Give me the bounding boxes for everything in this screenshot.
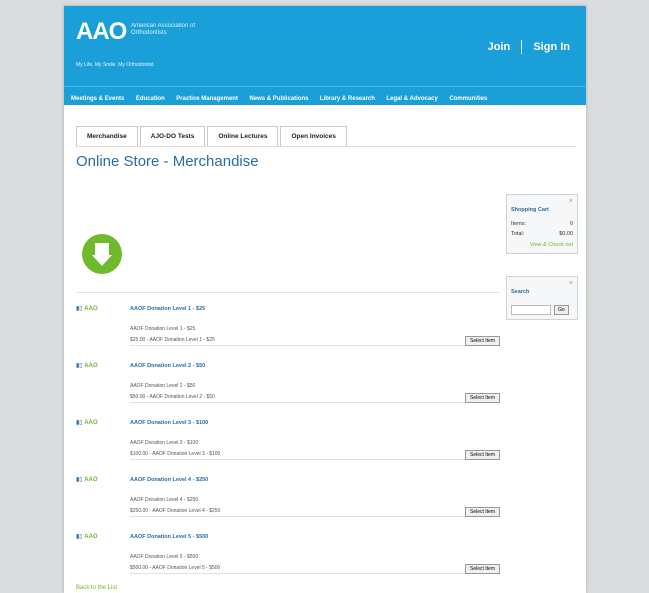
nav-item-meetings[interactable]: Meetings & Events (71, 90, 124, 108)
search-title: Search (511, 289, 530, 295)
product-description: AAOF Donation Level 5 - $500 (130, 554, 199, 560)
product-description: AAOF Donation Level 2 - $50 (130, 383, 196, 389)
cart-title: Shopping Cart (511, 207, 549, 213)
product-thumbnail: ▮▯ AAO (76, 363, 98, 369)
nav-item-practice[interactable]: Practice Management (176, 90, 238, 108)
back-to-list-link[interactable]: Back to the List (76, 585, 117, 591)
cart-total-row: Total: $0.00 (507, 229, 577, 239)
cart-close-icon[interactable]: × (569, 198, 573, 205)
product-price: $25.00 - AAOF Donation Level 1 - $25 (130, 337, 215, 343)
aao-logo[interactable]: AAO American Association of Orthodontist… (76, 18, 195, 68)
logo-mark: AAO (76, 18, 127, 45)
product-thumb-text: AAO (84, 477, 98, 483)
product-thumb-text: AAO (84, 363, 98, 369)
item-divider (130, 516, 500, 517)
product-price: $250.00 - AAOF Donation Level 4 - $250 (130, 508, 221, 514)
select-item-button[interactable]: Select Item (464, 393, 500, 403)
logo-text: American Association of Orthodontists (131, 23, 196, 36)
product-thumbnail: ▮▯ AAO (76, 477, 98, 483)
search-widget: Search × Go (506, 276, 578, 320)
auth-divider (521, 40, 523, 54)
select-item-button[interactable]: Select Item (464, 336, 500, 346)
nav-item-education[interactable]: Education (136, 90, 165, 108)
search-input-row: Go (507, 301, 577, 319)
site-header: AAO American Association of Orthodontist… (64, 6, 586, 86)
product-price: $100.00 - AAOF Donation Level 3 - $100 (130, 451, 221, 457)
item-divider (130, 459, 500, 460)
nav-item-library[interactable]: Library & Research (320, 90, 375, 108)
cart-items-label: Items: (511, 221, 526, 227)
product-price: $50.00 - AAOF Donation Level 2 - $50 (130, 394, 215, 400)
auth-links: Join Sign In (488, 40, 570, 54)
product-description: AAOF Donation Level 4 - $250 (130, 497, 199, 503)
tab-merchandise[interactable]: Merchandise (76, 126, 138, 146)
list-item: ▮▯ AAO AAOF Donation Level 5 - $500 AAOF… (76, 533, 500, 589)
nav-item-legal[interactable]: Legal & Advocacy (386, 90, 437, 108)
list-item: ▮▯ AAO AAOF Donation Level 4 - $250 AAOF… (76, 476, 500, 532)
main-nav: Meetings & Events Education Practice Man… (64, 86, 586, 105)
item-divider (130, 573, 500, 574)
select-item-button[interactable]: Select Item (464, 507, 500, 517)
product-thumb-text: AAO (84, 306, 98, 312)
product-name-link[interactable]: AAOF Donation Level 1 - $25 (130, 306, 205, 312)
cart-total-label: Total: (511, 231, 525, 237)
logo-tagline: My Life. My Smile. My Orthodontist. (76, 62, 155, 68)
item-divider (130, 402, 500, 403)
product-name-link[interactable]: AAOF Donation Level 3 - $100 (130, 420, 208, 426)
store-tabs: Merchandise AJO-DO Tests Online Lectures… (76, 126, 349, 146)
sign-in-link[interactable]: Sign In (533, 41, 570, 53)
product-thumb-text: AAO (84, 420, 98, 426)
tab-divider (76, 146, 576, 147)
search-input[interactable] (511, 305, 551, 315)
cart-total-value: $0.00 (559, 231, 573, 237)
product-description: AAOF Donation Level 1 - $25 (130, 326, 196, 332)
select-item-button[interactable]: Select Item (464, 564, 500, 574)
cart-checkout-link[interactable]: View & Check out (507, 239, 577, 253)
product-thumb-text: AAO (84, 534, 98, 540)
select-item-button[interactable]: Select Item (464, 450, 500, 460)
shopping-cart-widget: Shopping Cart × Items: 0 Total: $0.00 Vi… (506, 194, 578, 254)
tab-ajo-do-tests[interactable]: AJO-DO Tests (139, 126, 206, 146)
search-go-button[interactable]: Go (554, 305, 569, 315)
product-description: AAOF Donation Level 3 - $100 (130, 440, 199, 446)
page-title: Online Store - Merchandise (76, 153, 259, 170)
list-item: ▮▯ AAO AAOF Donation Level 1 - $25 AAOF … (76, 305, 500, 361)
list-divider (76, 292, 500, 293)
tab-online-lectures[interactable]: Online Lectures (207, 126, 279, 146)
product-thumbnail: ▮▯ AAO (76, 420, 98, 426)
product-name-link[interactable]: AAOF Donation Level 2 - $50 (130, 363, 205, 369)
download-arrow-icon (82, 234, 122, 274)
cart-items-value: 0 (569, 221, 573, 227)
product-thumbnail: ▮▯ AAO (76, 306, 98, 312)
nav-item-news[interactable]: News & Publications (249, 90, 308, 108)
search-close-icon[interactable]: × (569, 280, 573, 287)
product-price: $500.00 - AAOF Donation Level 5 - $500 (130, 565, 221, 571)
list-item: ▮▯ AAO AAOF Donation Level 3 - $100 AAOF… (76, 419, 500, 475)
cart-items-row: Items: 0 (507, 219, 577, 229)
tab-open-invoices[interactable]: Open Invoices (280, 126, 347, 146)
join-link[interactable]: Join (488, 41, 511, 53)
browser-page: AAO American Association of Orthodontist… (64, 6, 586, 593)
product-name-link[interactable]: AAOF Donation Level 5 - $500 (130, 534, 208, 540)
product-thumbnail: ▮▯ AAO (76, 534, 98, 540)
nav-item-communities[interactable]: Communities (449, 90, 487, 108)
list-item: ▮▯ AAO AAOF Donation Level 2 - $50 AAOF … (76, 362, 500, 418)
product-name-link[interactable]: AAOF Donation Level 4 - $250 (130, 477, 208, 483)
item-divider (130, 345, 500, 346)
